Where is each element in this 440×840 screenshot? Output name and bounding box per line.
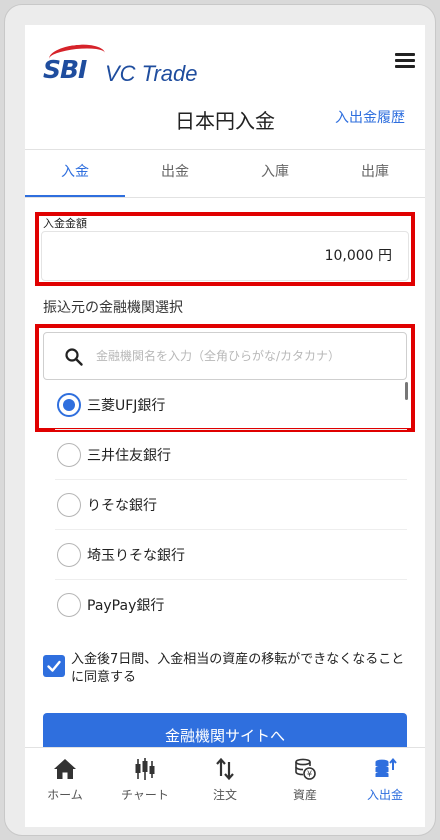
nav-chart[interactable]: チャート [105, 748, 185, 827]
bank-option-saitama-resona[interactable]: 埼玉りそな銀行 [55, 530, 407, 580]
radio-selected-icon[interactable] [57, 392, 81, 417]
tab-bar: 入金 出金 入庫 出庫 [25, 150, 425, 198]
assets-icon: ¥ [295, 758, 316, 780]
radio-unselected-icon[interactable] [57, 593, 81, 617]
logo-product-text: VC Trade [105, 61, 198, 86]
checkbox-checked-icon[interactable] [43, 655, 65, 677]
home-icon [54, 759, 76, 779]
amount-input[interactable]: 10,000 円 [41, 231, 409, 281]
device-frame: SBI VC Trade 日本円入金 入出金履歴 入金 出金 入庫 出庫 入金金… [4, 4, 436, 836]
bank-search-input[interactable] [96, 343, 396, 369]
consent-checkbox-row[interactable]: 入金後7日間、入金相当の資産の移転ができなくなることに同意する [43, 651, 413, 687]
nav-label: チャート [121, 788, 169, 802]
bank-option-smbc[interactable]: 三井住友銀行 [55, 430, 407, 480]
bank-option-mufg[interactable]: 三菱UFJ銀行 [55, 380, 407, 430]
amount-label: 入金金額 [43, 217, 87, 230]
tab-receive-crypto[interactable]: 入庫 [225, 150, 325, 198]
bank-section-label: 振込元の金融機関選択 [43, 300, 183, 316]
tab-withdraw[interactable]: 出金 [125, 150, 225, 198]
nav-assets[interactable]: ¥ 資産 [265, 748, 345, 827]
consent-text: 入金後7日間、入金相当の資産の移転ができなくなることに同意する [71, 652, 405, 685]
nav-label: 入出金 [366, 788, 403, 802]
hamburger-menu-icon[interactable] [395, 53, 415, 69]
search-icon [65, 348, 83, 366]
logo-brand-text: SBI [43, 55, 87, 84]
bank-option-paypay[interactable]: PayPay銀行 [55, 580, 407, 630]
app-screen: SBI VC Trade 日本円入金 入出金履歴 入金 出金 入庫 出庫 入金金… [25, 25, 425, 827]
radio-unselected-icon[interactable] [57, 442, 81, 467]
radio-unselected-icon[interactable] [57, 492, 81, 517]
bank-name: PayPay銀行 [87, 598, 165, 614]
nav-order[interactable]: 注文 [185, 748, 265, 827]
history-link[interactable]: 入出金履歴 [335, 107, 405, 127]
radio-unselected-icon[interactable] [57, 542, 81, 567]
sbi-vc-trade-logo: SBI VC Trade [43, 42, 223, 89]
bank-name: 埼玉りそな銀行 [87, 547, 185, 564]
nav-home[interactable]: ホーム [25, 748, 105, 827]
bank-name: 三菱UFJ銀行 [87, 397, 166, 414]
nav-deposit-withdraw[interactable]: 入出金 [345, 748, 425, 827]
svg-text:¥: ¥ [307, 770, 312, 779]
nav-label: 注文 [212, 788, 237, 802]
chart-icon [135, 758, 155, 780]
nav-label: ホーム [47, 788, 83, 802]
divider [25, 197, 425, 198]
bank-name: 三井住友銀行 [87, 447, 171, 464]
nav-label: 資産 [292, 788, 317, 802]
tab-send-crypto[interactable]: 出庫 [325, 150, 425, 198]
bank-option-resona[interactable]: りそな銀行 [55, 480, 407, 530]
deposit-withdraw-icon [375, 757, 397, 777]
bottom-nav: ホーム チャート 注文 ¥ 資産 入出金 [25, 747, 425, 827]
bank-search-box[interactable] [43, 332, 407, 380]
tab-deposit[interactable]: 入金 [25, 150, 125, 198]
checkmark-icon [47, 660, 61, 672]
order-icon [216, 757, 234, 781]
bank-name: りそな銀行 [87, 497, 157, 514]
bank-list: 三菱UFJ銀行 三井住友銀行 りそな銀行 埼玉りそな銀行 PayPay銀行 [55, 380, 407, 630]
